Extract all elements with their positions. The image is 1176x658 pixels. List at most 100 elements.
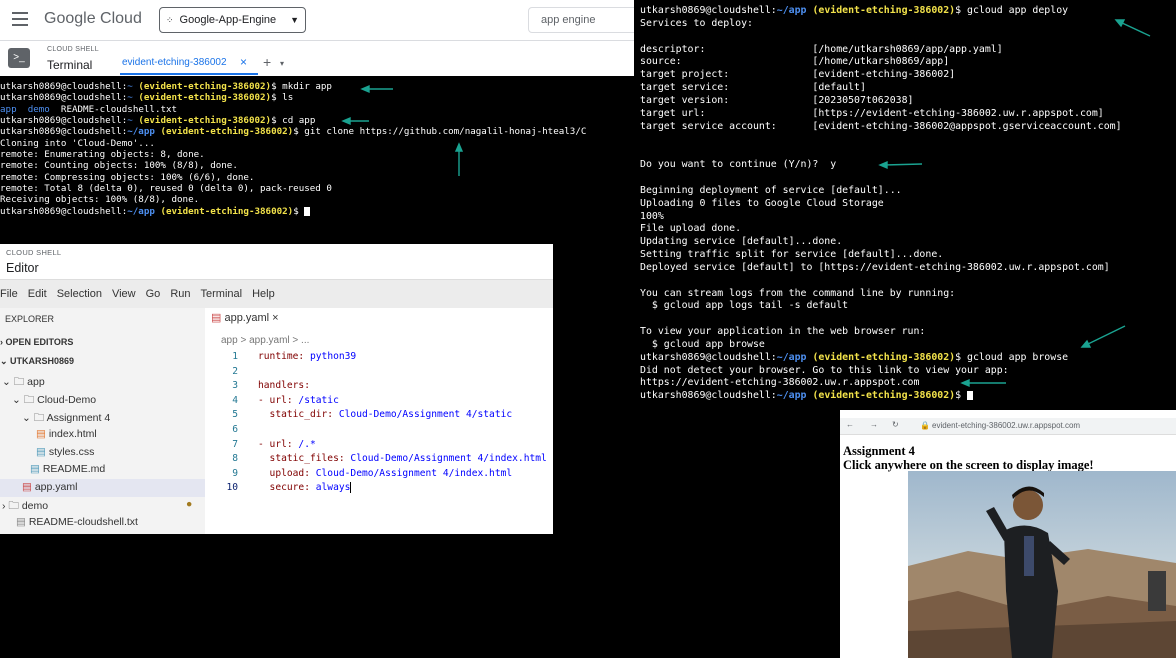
- terminal-cursor: [304, 206, 311, 216]
- editor-title: Editor: [6, 261, 39, 275]
- folder-icon: › 🗀: [2, 500, 22, 512]
- terminal-line: $ gcloud app browse: [640, 338, 765, 350]
- dropdown-arrow-icon: ▼: [290, 15, 299, 25]
- terminal-line: remote: Counting objects: 100% (8/8), do…: [0, 160, 238, 172]
- terminal-line: target url: [https://evident-etching-386…: [640, 107, 1104, 119]
- css-file-icon: ▤: [36, 446, 49, 458]
- terminal-line: File upload done.: [640, 223, 742, 235]
- project-name: Google-App-Engine: [179, 14, 277, 26]
- tree-file-readme-cloudshell[interactable]: ▤ README-cloudshell.txt: [16, 516, 138, 528]
- code-line: 2: [232, 365, 238, 377]
- tab-evident-etching[interactable]: evident-etching-386002: [122, 57, 227, 68]
- menu-help[interactable]: Help: [252, 288, 275, 300]
- terminal-line: Cloning into 'Cloud-Demo'...: [0, 137, 155, 149]
- browser-preview-panel: ← → ↻ 🔒 evident-etching-386002.uw.r.apps…: [840, 418, 1176, 658]
- tree-folder-app[interactable]: ⌄ 🗀 app: [2, 374, 45, 392]
- terminal-line: descriptor: [/home/utkarsh0869/app/app.y…: [640, 43, 1003, 55]
- code-line: 5 static_dir: Cloud-Demo/Assignment 4/st…: [232, 409, 513, 421]
- project-picker[interactable]: ⁘ Google-App-Engine ▼: [159, 7, 306, 33]
- code-line: 1 runtime: python39: [232, 351, 357, 362]
- menu-edit[interactable]: Edit: [28, 288, 47, 300]
- tab-app-yaml[interactable]: ▤ app.yaml ×: [211, 311, 293, 331]
- html-file-icon: ▤: [36, 428, 49, 440]
- tree-folder-cloud-demo[interactable]: ⌄ 🗀 Cloud-Demo: [12, 392, 96, 410]
- terminal-line: utkarsh0869@cloudshell:~ (evident-etchin…: [0, 92, 294, 104]
- lock-icon: 🔒: [920, 421, 930, 430]
- tree-folder-assignment[interactable]: ⌄ 🗀 Assignment 4: [22, 410, 110, 428]
- code-line: 7- url: /.*: [232, 438, 316, 450]
- menu-selection[interactable]: Selection: [57, 288, 102, 300]
- cloud-shell-editor-panel: CLOUD SHELL Editor File Edit Selection V…: [0, 244, 553, 534]
- explorer-sidebar: EXPLORER › OPEN EDITORS ⌄ UTKARSH0869 ⌄ …: [0, 308, 205, 534]
- terminal-line: Deployed service [default] to [https://e…: [640, 261, 1110, 273]
- terminal-line: Did not detect your browser. Go to this …: [640, 364, 1009, 376]
- terminal-line: Setting traffic split for service [defau…: [640, 249, 944, 261]
- background-fill: [0, 534, 553, 658]
- menu-file[interactable]: File: [0, 288, 18, 300]
- code-line: 6: [232, 423, 238, 435]
- modified-dot-icon: ●: [186, 498, 193, 510]
- terminal-line: target version: [20230507t062038]: [640, 94, 914, 106]
- menu-terminal[interactable]: Terminal: [201, 288, 243, 300]
- project-icon: ⁘: [166, 14, 174, 25]
- chevron-down-icon[interactable]: ▾: [280, 59, 284, 68]
- close-icon[interactable]: ×: [272, 312, 278, 324]
- terminal-line: target service: [default]: [640, 82, 866, 94]
- terminal-line: utkarsh0869@cloudshell:~/app (evident-et…: [640, 5, 1069, 16]
- menu-view[interactable]: View: [112, 288, 136, 300]
- cloud-shell-terminal-panel: Google Cloud ⁘ Google-App-Engine ▼ app e…: [0, 0, 634, 244]
- page-heading: Assignment 4: [843, 444, 915, 458]
- browser-address-bar[interactable]: ← → ↻ 🔒 evident-etching-386002.uw.r.apps…: [840, 418, 1176, 435]
- google-cloud-logo[interactable]: Google Cloud: [44, 10, 142, 28]
- terminal-line: target project: [evident-etching-386002]: [640, 69, 956, 81]
- deploy-terminal-panel: utkarsh0869@cloudshell:~/app (evident-et…: [634, 0, 1176, 410]
- editor-menubar: File Edit Selection View Go Run Terminal…: [0, 279, 553, 309]
- terminal-line: remote: Compressing objects: 100% (6/6),…: [0, 171, 255, 183]
- terminal-line: utkarsh0869@cloudshell:~ (evident-etchin…: [0, 115, 316, 127]
- editor-kicker: CLOUD SHELL: [6, 248, 62, 257]
- markdown-file-icon: ▤: [30, 463, 43, 475]
- open-editors-section[interactable]: › OPEN EDITORS: [0, 337, 73, 347]
- tree-file-index[interactable]: ▤ index.html: [36, 428, 97, 440]
- add-tab-icon[interactable]: +: [263, 54, 271, 70]
- terminal-line: utkarsh0869@cloudshell:~ (evident-etchin…: [0, 81, 332, 92]
- close-icon[interactable]: ×: [240, 55, 247, 69]
- tree-folder-demo[interactable]: › 🗀 demo: [2, 498, 48, 516]
- terminal-line: source: [/home/utkarsh0869/app]: [640, 56, 950, 68]
- yaml-file-icon: ▤: [22, 481, 35, 493]
- address-url[interactable]: evident-etching-386002.uw.r.appspot.com: [932, 421, 1080, 430]
- forward-icon[interactable]: →: [870, 420, 878, 429]
- yaml-file-icon: ▤: [211, 312, 225, 324]
- app-url-link[interactable]: https://evident-etching-386002.uw.r.apps…: [640, 377, 1122, 390]
- terminal-line: To view your application in the web brow…: [640, 326, 926, 338]
- breadcrumb[interactable]: app > app.yaml > ...: [221, 335, 309, 346]
- tree-file-styles[interactable]: ▤ styles.css: [36, 446, 94, 458]
- terminal-line: utkarsh0869@cloudshell:~/app (evident-et…: [0, 206, 634, 217]
- person-photo: [908, 471, 1176, 658]
- active-tab-indicator: [120, 73, 258, 75]
- background-fill: [553, 244, 634, 658]
- terminal-output[interactable]: utkarsh0869@cloudshell:~ (evident-etchin…: [0, 81, 634, 217]
- back-icon[interactable]: ←: [846, 420, 854, 429]
- code-lines[interactable]: 1 runtime: python39 2 3 handlers: 4- url: /st…: [205, 350, 547, 496]
- workspace-root[interactable]: ⌄ UTKARSH0869: [0, 356, 74, 367]
- terminal-line: Receiving objects: 100% (8/8), done.: [0, 194, 200, 206]
- menu-run[interactable]: Run: [170, 288, 190, 300]
- code-line: 3 handlers:: [232, 380, 310, 392]
- text-cursor: [350, 482, 352, 494]
- chevron-down-icon: ⌄: [0, 356, 11, 366]
- tree-file-app-yaml[interactable]: ▤ app.yaml: [0, 479, 205, 497]
- menu-go[interactable]: Go: [146, 288, 161, 300]
- terminal-output[interactable]: utkarsh0869@cloudshell:~/app (evident-et…: [640, 5, 1122, 403]
- main-menu-icon[interactable]: [12, 12, 28, 26]
- tree-file-readme[interactable]: ▤ README.md: [30, 463, 105, 475]
- terminal-line: $ gcloud app logs tail -s default: [640, 300, 849, 312]
- terminal-line: Uploading 0 files to Google Cloud Storag…: [640, 197, 884, 209]
- terminal-line: target service account: [evident-etching…: [640, 120, 1122, 132]
- code-editor[interactable]: ▤ app.yaml × app > app.yaml > ... 1 runti…: [205, 308, 553, 534]
- search-input[interactable]: app engine: [528, 7, 634, 33]
- reload-icon[interactable]: ↻: [892, 420, 899, 429]
- background-fill: [634, 410, 840, 658]
- terminal-line: 100%: [640, 210, 664, 222]
- terminal-line: remote: Total 8 (delta 0), reused 0 (del…: [0, 183, 332, 195]
